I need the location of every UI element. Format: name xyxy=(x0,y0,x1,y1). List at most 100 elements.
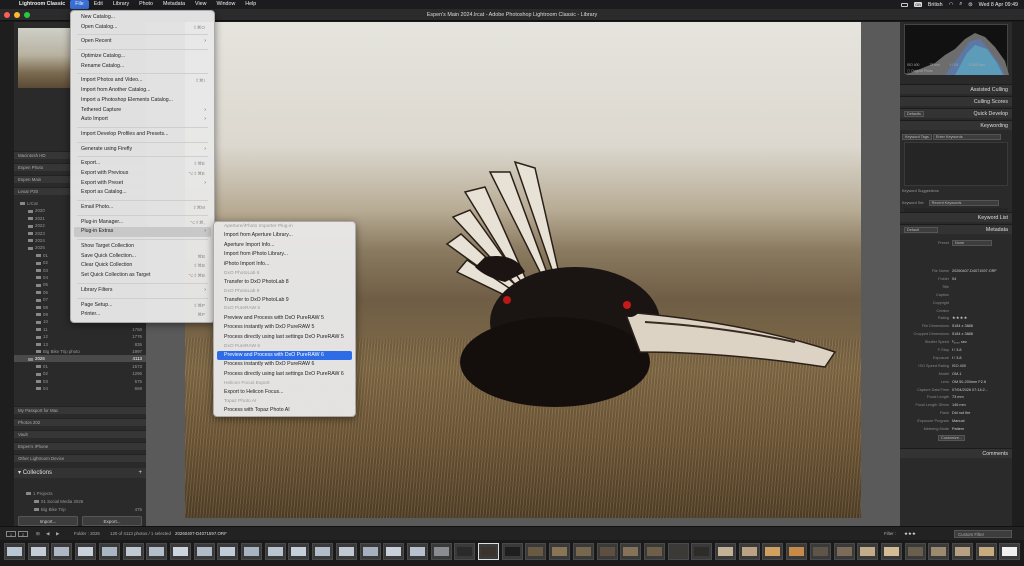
filmstrip-thumbnail[interactable] xyxy=(833,543,855,560)
metadata-value[interactable]: ★★★★ xyxy=(952,316,968,320)
metadata-value[interactable]: ISO 400 xyxy=(952,364,966,368)
keyword-set-select[interactable]: Recent Keywords xyxy=(928,200,999,206)
prev-arrow-icon[interactable]: ◀ xyxy=(46,527,49,541)
folder-tree-item[interactable]: 04 669 xyxy=(14,385,146,392)
volume-row[interactable]: Espen's iPhone xyxy=(14,442,146,450)
folder-tree-item[interactable]: Big Bike Trip photo 1997 xyxy=(14,348,146,355)
metadata-value[interactable]: OM-1 xyxy=(952,372,962,376)
comments-header[interactable]: Comments xyxy=(900,448,1012,458)
file-menu-item[interactable]: Save Quick Collection... ⌘B xyxy=(74,252,211,262)
filmstrip-thumbnail[interactable] xyxy=(4,543,25,560)
filmstrip-thumbnail[interactable] xyxy=(786,543,808,560)
metadata-value[interactable]: Manual xyxy=(952,419,964,423)
filmstrip-thumbnail[interactable] xyxy=(406,543,428,560)
filmstrip-thumbnail[interactable] xyxy=(691,543,713,560)
grid-view-icon[interactable]: ⊞ xyxy=(36,527,40,541)
plugin-extras-item[interactable]: Preview and Process with DxO PureRAW 6 xyxy=(217,350,352,361)
import-button[interactable]: Import... xyxy=(18,516,78,526)
file-menu-item[interactable]: Page Setup... ⇧⌘P xyxy=(74,301,211,311)
folder-tree-item[interactable]: 03 575 xyxy=(14,378,146,385)
filmstrip-thumbnail[interactable] xyxy=(98,543,120,560)
plugin-extras-item[interactable]: Process instantly with DxO PureRAW 6 xyxy=(217,360,352,370)
filmstrip-thumbnail[interactable] xyxy=(572,543,594,560)
monitor-1-icon[interactable]: 1 xyxy=(6,531,16,537)
file-menu-item[interactable]: Optimize Catalog... xyxy=(74,52,211,62)
preset-select[interactable]: None xyxy=(952,240,992,246)
filmstrip-thumbnail[interactable] xyxy=(122,543,144,560)
menu-view[interactable]: View xyxy=(190,0,211,9)
file-menu-item[interactable]: Open Recent › xyxy=(74,37,211,47)
input-source-label[interactable]: British xyxy=(928,2,943,8)
volume-row[interactable]: My Passport for Mac xyxy=(14,406,146,414)
app-menu[interactable]: Lightroom Classic xyxy=(14,0,70,9)
metadata-preset-select[interactable]: Default xyxy=(904,227,938,233)
filter-select[interactable]: Custom Filter xyxy=(954,530,1012,538)
file-menu-item[interactable]: Email Photo... ⇧⌘M xyxy=(74,203,211,213)
filmstrip-thumbnail[interactable] xyxy=(264,543,286,560)
menu-window[interactable]: Window xyxy=(211,0,240,9)
search-icon[interactable]: ⌕ xyxy=(959,1,962,8)
file-menu-item[interactable]: Tethered Capture › xyxy=(74,106,211,116)
volume-row[interactable]: Other Lightroom Device xyxy=(14,454,146,462)
file-menu-item[interactable]: Set Quick Collection as Target ⌥⇧⌘B xyxy=(74,271,211,281)
plugin-extras-item[interactable]: Aperture Import Info... xyxy=(217,241,352,251)
filmstrip-thumbnail[interactable] xyxy=(169,543,191,560)
metadata-value[interactable]: 20260407-D4071597.ORF xyxy=(952,269,997,273)
filmstrip-thumbnail[interactable] xyxy=(549,543,571,560)
filmstrip-thumbnail[interactable] xyxy=(809,543,831,560)
filmstrip-thumbnail[interactable] xyxy=(217,543,239,560)
file-menu-item[interactable]: Generate using Firefly › xyxy=(74,145,211,155)
filmstrip-thumbnail[interactable] xyxy=(715,543,736,560)
file-menu-item[interactable]: Import Develop Profiles and Presets... xyxy=(74,130,211,140)
filmstrip-thumbnail[interactable] xyxy=(430,543,452,560)
filmstrip-thumbnail[interactable] xyxy=(952,543,973,560)
plugin-extras-item[interactable]: Export to Helicon Focus... xyxy=(217,388,352,398)
quick-develop-preset[interactable]: Defaults xyxy=(904,111,924,117)
folder-tree-item[interactable]: 11 1768 xyxy=(14,326,146,333)
menu-library[interactable]: Library xyxy=(108,0,134,9)
filmstrip-thumbnail[interactable] xyxy=(620,543,642,560)
collection-item[interactable]: 01 Social Media 2026 xyxy=(14,498,146,506)
collections-panel-header[interactable]: ▾ Collections + xyxy=(14,468,146,478)
collection-item[interactable]: Big Bike Trip 475 xyxy=(14,506,146,514)
plugin-extras-item[interactable]: Transfer to DxO PhotoLab 9 xyxy=(217,296,352,306)
add-collection-icon[interactable]: + xyxy=(138,468,146,478)
right-panel-toggle-strip[interactable] xyxy=(1012,22,1024,526)
histogram[interactable]: ISO 400 73 mm f / 3.8 1/1000 sec ▢ Origi… xyxy=(904,24,1009,75)
filmstrip-thumbnail[interactable] xyxy=(596,543,618,560)
file-menu-item[interactable]: Export... ⇧⌘E xyxy=(74,159,211,169)
filmstrip[interactable] xyxy=(0,540,1024,566)
menu-photo[interactable]: Photo xyxy=(134,0,158,9)
plugin-extras-item[interactable]: Process instantly with DxO PureRAW 5 xyxy=(217,323,352,333)
folder-tree-item[interactable]: 01 1573 xyxy=(14,363,146,370)
metadata-value[interactable]: 5184 x 3888 xyxy=(952,324,973,328)
filmstrip-thumbnail[interactable] xyxy=(27,543,49,560)
metadata-value[interactable]: 5184 x 3888 xyxy=(952,332,973,336)
metadata-value[interactable]: f / 3.8 xyxy=(952,348,962,352)
file-menu-item[interactable]: Import from Another Catalog... xyxy=(74,86,211,96)
plugin-extras-item[interactable]: iPhoto Import Info... xyxy=(217,260,352,270)
metadata-value[interactable]: OM 50-200mm F2.8 xyxy=(952,380,986,384)
menu-file[interactable]: File xyxy=(70,0,89,9)
plugin-extras-item[interactable]: Import from iPhoto Library... xyxy=(217,250,352,260)
file-menu-item[interactable]: Import a Photoshop Elements Catalog... xyxy=(74,96,211,106)
metadata-value[interactable]: Pattern xyxy=(952,427,964,431)
filmstrip-thumbnail[interactable] xyxy=(359,543,381,560)
plugin-extras-item[interactable]: Import from Aperture Library... xyxy=(217,231,352,241)
battery-icon[interactable] xyxy=(901,2,909,7)
file-menu-item[interactable]: Import Photos and Video... ⇧⌘I xyxy=(74,76,211,86)
filmstrip-thumbnail[interactable] xyxy=(904,543,926,560)
plugin-extras-item[interactable]: Process directly using last settings DxO… xyxy=(217,333,352,343)
plugin-extras-item[interactable]: Transfer to DxO PhotoLab 8 xyxy=(217,278,352,288)
control-center-icon[interactable]: ⊜ xyxy=(968,2,972,8)
file-menu-item[interactable]: Auto Import › xyxy=(74,115,211,125)
menubar-clock[interactable]: Wed 8 Apr 09:49 xyxy=(979,2,1018,8)
export-button[interactable]: Export... xyxy=(82,516,142,526)
filmstrip-thumbnail[interactable] xyxy=(857,543,879,560)
filmstrip-thumbnail[interactable] xyxy=(312,543,334,560)
filmstrip-thumbnail[interactable] xyxy=(525,543,547,560)
metadata-value[interactable]: f / 3.8 xyxy=(952,356,962,360)
metadata-value[interactable]: Did not fire xyxy=(952,411,970,415)
filmstrip-thumbnail[interactable] xyxy=(643,543,665,560)
keyword-list-header[interactable]: Keyword List xyxy=(900,212,1012,222)
